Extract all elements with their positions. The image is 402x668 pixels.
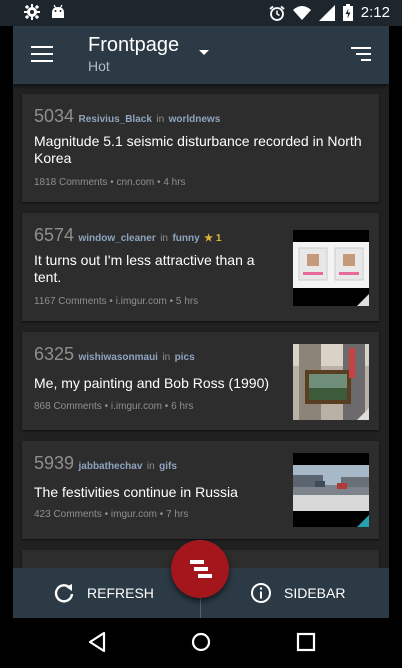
home-icon[interactable]: [190, 630, 212, 654]
post-meta: 1167 Comments • i.imgur.com • 5 hrs: [34, 296, 198, 307]
post-in-label: in: [146, 461, 155, 472]
dropdown-arrow-icon[interactable]: [199, 50, 209, 55]
post-score: 6574: [34, 225, 75, 245]
settings-icon: [24, 4, 40, 20]
meta-separator: •: [110, 177, 114, 188]
post-in-label: in: [160, 233, 168, 244]
sidebar-label: SIDEBAR: [284, 585, 346, 601]
signal-icon: [318, 4, 335, 21]
menu-icon[interactable]: [31, 45, 53, 63]
post-title[interactable]: Me, my painting and Bob Ross (1990): [34, 375, 294, 392]
post-domain: i.imgur.com: [110, 401, 163, 412]
post-domain: cnn.com: [116, 177, 155, 188]
post-title[interactable]: The festivities continue in Russia: [34, 484, 294, 501]
post-author[interactable]: window_cleaner: [79, 233, 156, 244]
post-subreddit[interactable]: gifs: [159, 461, 177, 472]
meta-separator: •: [164, 401, 169, 412]
meta-separator: •: [157, 177, 161, 188]
post-age: 4 hrs: [163, 177, 186, 188]
post-meta: 423 Comments • imgur.com • 7 hrs: [34, 509, 188, 520]
post-score: 6325: [34, 344, 75, 364]
floating-action-button[interactable]: [171, 540, 229, 598]
post-title[interactable]: It turns out I'm less attractive than a …: [34, 252, 284, 286]
meta-separator: •: [169, 296, 174, 307]
post-age: 6 hrs: [171, 401, 194, 412]
post-score: 5939: [34, 453, 75, 473]
page-title: Frontpage: [88, 34, 180, 56]
clock: 2:12: [360, 4, 390, 21]
title-block[interactable]: Frontpage Hot: [88, 34, 179, 74]
system-nav-bar: [0, 618, 402, 668]
post-meta: 1818 Comments • cnn.com • 4 hrs: [34, 177, 186, 188]
post-age: 7 hrs: [166, 509, 189, 520]
post-score: 5034: [34, 106, 75, 126]
post-thumbnail[interactable]: [293, 230, 369, 306]
post-card[interactable]: 6325 wishiwasonmaui in pics Me, my paint…: [22, 332, 379, 430]
meta-separator: •: [104, 401, 109, 412]
refresh-button[interactable]: REFRESH: [53, 568, 154, 618]
refresh-label: REFRESH: [87, 585, 154, 601]
post-thumbnail[interactable]: [293, 344, 369, 420]
battery-icon: [342, 4, 353, 21]
thumbnail-corner: [357, 294, 369, 306]
thumbnail-corner: [357, 515, 369, 527]
info-icon: [251, 583, 271, 603]
post-comments[interactable]: 423 Comments: [34, 509, 102, 520]
post-subreddit[interactable]: worldnews: [169, 114, 221, 125]
post-card[interactable]: 6574 window_cleaner in funny ★ 1 It turn…: [22, 213, 379, 321]
post-comments[interactable]: 1167 Comments: [34, 296, 107, 307]
status-bar: 2:12: [0, 0, 402, 26]
post-comments[interactable]: 1818 Comments: [34, 177, 107, 188]
thumbnail-corner: [357, 408, 369, 420]
post-comments[interactable]: 868 Comments: [34, 401, 102, 412]
post-author[interactable]: jabbathechav: [79, 461, 143, 472]
post-thumbnail[interactable]: [293, 453, 369, 527]
meta-separator: •: [159, 509, 164, 520]
post-subreddit[interactable]: pics: [175, 352, 195, 363]
post-in-label: in: [156, 114, 165, 125]
post-card[interactable]: 5939 jabbathechav in gifs The festivitie…: [22, 441, 379, 539]
post-domain: i.imgur.com: [115, 296, 167, 307]
meta-separator: •: [109, 296, 113, 307]
toolbar: Frontpage Hot: [13, 26, 389, 84]
wifi-icon: [292, 5, 311, 20]
post-title[interactable]: Magnitude 5.1 seismic disturbance record…: [34, 133, 364, 167]
post-domain: imgur.com: [110, 509, 158, 520]
sidebar-button[interactable]: SIDEBAR: [250, 568, 345, 618]
refresh-icon: [54, 584, 74, 603]
page-subtitle: Hot: [88, 58, 110, 74]
post-meta: 868 Comments • i.imgur.com • 6 hrs: [34, 401, 193, 412]
post-author[interactable]: Resivius_Black: [79, 114, 152, 125]
meta-separator: •: [104, 509, 109, 520]
post-author[interactable]: wishiwasonmaui: [79, 352, 158, 363]
sort-icon[interactable]: [349, 46, 371, 62]
android-icon: [52, 4, 64, 18]
screen: 2:12 Frontpage Hot 5034 Resivius_Black i…: [0, 0, 402, 668]
stack-lines-icon: [190, 560, 212, 578]
recents-icon[interactable]: [295, 630, 317, 654]
post-subreddit[interactable]: funny: [172, 233, 199, 244]
app-window: Frontpage Hot 5034 Resivius_Black in wor…: [13, 26, 389, 618]
post-card[interactable]: 5034 Resivius_Black in worldnews Magnitu…: [22, 94, 379, 202]
back-icon[interactable]: [86, 630, 108, 654]
post-age: 5 hrs: [175, 296, 199, 307]
post-in-label: in: [162, 352, 171, 363]
alarm-icon: [269, 5, 285, 21]
gold-badge: ★ 1: [204, 233, 222, 244]
